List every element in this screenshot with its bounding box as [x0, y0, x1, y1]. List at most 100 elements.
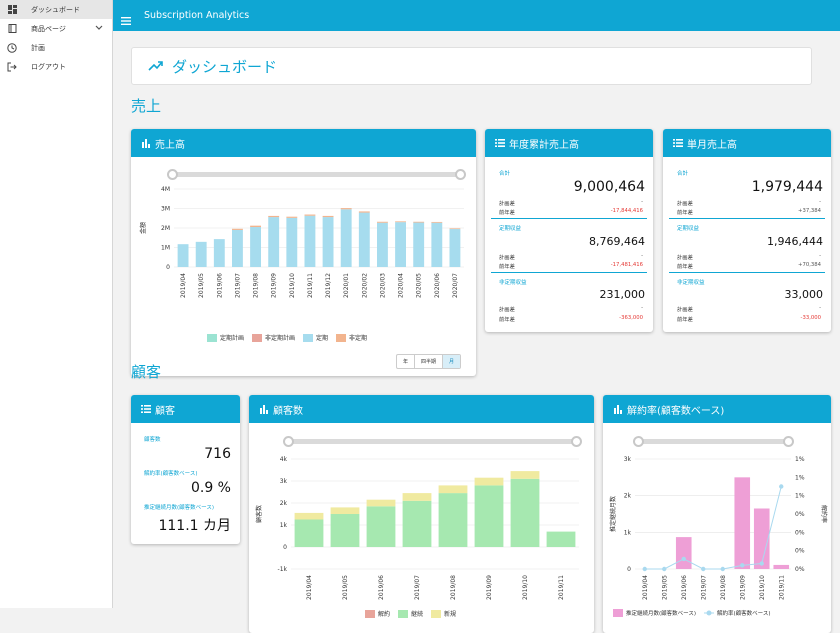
regular-label: 定期収益 — [677, 224, 699, 232]
legend-label[interactable]: 推定継続月数(顧客数ベース) — [626, 609, 696, 617]
bar — [359, 211, 370, 212]
bar — [268, 217, 279, 267]
toggle-quarter[interactable]: 四半期 — [415, 355, 443, 368]
plan-diff-label: 計画差 — [499, 253, 515, 261]
y-tick-label: 2M — [161, 225, 170, 232]
legend-label[interactable]: 非定期 — [349, 333, 367, 342]
x-tick-label: 2020/04 — [398, 273, 405, 298]
card-title: 顧客数 — [273, 402, 303, 417]
toggle-month[interactable]: 月 — [443, 355, 460, 368]
menu-icon[interactable] — [121, 11, 131, 21]
monthly-sales-card: 単月売上高 合計 1,979,444 計画差 - 前年差 +37,384 定期収… — [663, 129, 831, 332]
bar — [341, 208, 352, 209]
card-header: 売上高 — [131, 129, 476, 157]
dashboard-icon — [7, 5, 17, 15]
clock-icon — [7, 43, 17, 53]
bar — [305, 215, 316, 216]
legend-label[interactable]: 新規 — [444, 609, 456, 618]
x-tick-label: 2019/10 — [289, 273, 296, 298]
bar — [431, 223, 442, 267]
bar — [250, 226, 261, 227]
legend-label[interactable]: 非定期計画 — [265, 333, 295, 342]
range-slider[interactable] — [173, 172, 461, 177]
x-tick-label: 2019/09 — [739, 575, 746, 600]
main-content: ダッシュボード 売上 売上高 01M2M3M4M金額2019/042019/05… — [113, 31, 840, 608]
x-tick-label: 2020/01 — [343, 273, 350, 298]
sidebar-item-logout[interactable]: ログアウト — [0, 57, 112, 76]
legend-swatch[interactable] — [303, 334, 313, 342]
plan-diff-label: 計画差 — [677, 305, 693, 313]
sidebar-item-dashboard[interactable]: ダッシュボード — [0, 0, 112, 19]
legend-label[interactable]: 継続 — [411, 609, 423, 618]
bar — [323, 216, 334, 217]
bar-chart-icon — [259, 404, 269, 414]
divider — [669, 272, 825, 273]
page-header: ダッシュボード — [131, 47, 812, 85]
sidebar-item-products[interactable]: 商品ページ — [0, 19, 112, 38]
customer-count-chart-card: 顧客数 -1k01k2k3k4k顧客数2019/042019/052019/06… — [249, 395, 594, 633]
prev-diff-value: -33,000 — [801, 315, 821, 321]
divider — [669, 218, 825, 219]
y-axis-title: 顧客数 — [255, 505, 263, 523]
sidebar-item-plan[interactable]: 計画 — [0, 38, 112, 57]
legend-label[interactable]: 解約率(顧客数ベース) — [717, 609, 771, 617]
bar — [367, 506, 396, 547]
legend-swatch[interactable] — [398, 610, 408, 618]
legend-label[interactable]: 定期計画 — [220, 333, 244, 342]
legend-swatch[interactable] — [431, 610, 441, 618]
y-tick-label: 3k — [280, 478, 288, 485]
y-tick-label: 4k — [280, 456, 288, 463]
sidebar-item-label: 計画 — [31, 43, 45, 53]
legend-swatch[interactable] — [207, 334, 217, 342]
y2-tick-label: 0% — [795, 511, 805, 518]
legend-label[interactable]: 解約 — [378, 609, 390, 618]
y-tick-label: -1k — [278, 566, 288, 573]
legend-swatch[interactable] — [365, 610, 375, 618]
y-tick-label: 0 — [166, 264, 170, 271]
plan-diff-value: - — [819, 305, 821, 311]
x-tick-label: 2019/11 — [558, 575, 565, 600]
legend-swatch[interactable] — [336, 334, 346, 342]
card-title: 顧客 — [155, 402, 175, 417]
bar — [431, 222, 442, 223]
prev-diff-label: 前年差 — [677, 208, 693, 216]
logout-icon — [7, 62, 17, 72]
chart-legend: 解約 継続 新規 — [357, 609, 456, 618]
bar — [359, 213, 370, 267]
bar — [439, 493, 468, 547]
legend-swatch[interactable] — [704, 609, 714, 617]
card-header: 顧客 — [131, 395, 240, 423]
legend-swatch[interactable] — [252, 334, 262, 342]
bar — [773, 565, 789, 569]
x-tick-label: 2019/07 — [700, 575, 707, 600]
card-header: 顧客数 — [249, 395, 594, 423]
list-icon — [673, 138, 683, 148]
bar — [413, 222, 424, 223]
toggle-year[interactable]: 年 — [397, 355, 415, 368]
x-tick-label: 2019/06 — [681, 575, 688, 600]
legend-label[interactable]: 定期 — [316, 333, 328, 342]
legend-swatch[interactable] — [613, 609, 623, 617]
bar-chart-icon — [613, 404, 623, 414]
total-value: 1,979,444 — [752, 179, 823, 195]
sidebar: ダッシュボード 商品ページ 計画 ログアウト — [0, 0, 113, 608]
y2-tick-label: 1% — [795, 493, 805, 500]
plan-diff-value: - — [641, 253, 643, 259]
prev-diff-label: 前年差 — [677, 315, 693, 323]
range-slider-end-handle[interactable] — [455, 169, 466, 180]
prev-diff-label: 前年差 — [499, 208, 515, 216]
churn-chart: 01k2k3k0%0%0%0%1%1%1%推定継続月数解約率2019/04201… — [603, 445, 831, 605]
y-tick-label: 1k — [280, 522, 288, 529]
range-slider-start-handle[interactable] — [167, 169, 178, 180]
tenure-label: 推定継続月数(顧客数ベース) — [144, 503, 214, 511]
y-tick-label: 4M — [161, 186, 170, 193]
range-slider[interactable] — [639, 439, 789, 444]
irregular-label: 非定期収益 — [499, 278, 527, 286]
chevron-down-icon[interactable] — [94, 23, 104, 33]
prev-diff-label: 前年差 — [677, 262, 693, 270]
bar — [511, 479, 540, 547]
prev-diff-label: 前年差 — [499, 315, 515, 323]
range-slider[interactable] — [289, 439, 577, 444]
x-tick-label: 2019/12 — [325, 273, 332, 298]
irregular-label: 非定期収益 — [677, 278, 705, 286]
